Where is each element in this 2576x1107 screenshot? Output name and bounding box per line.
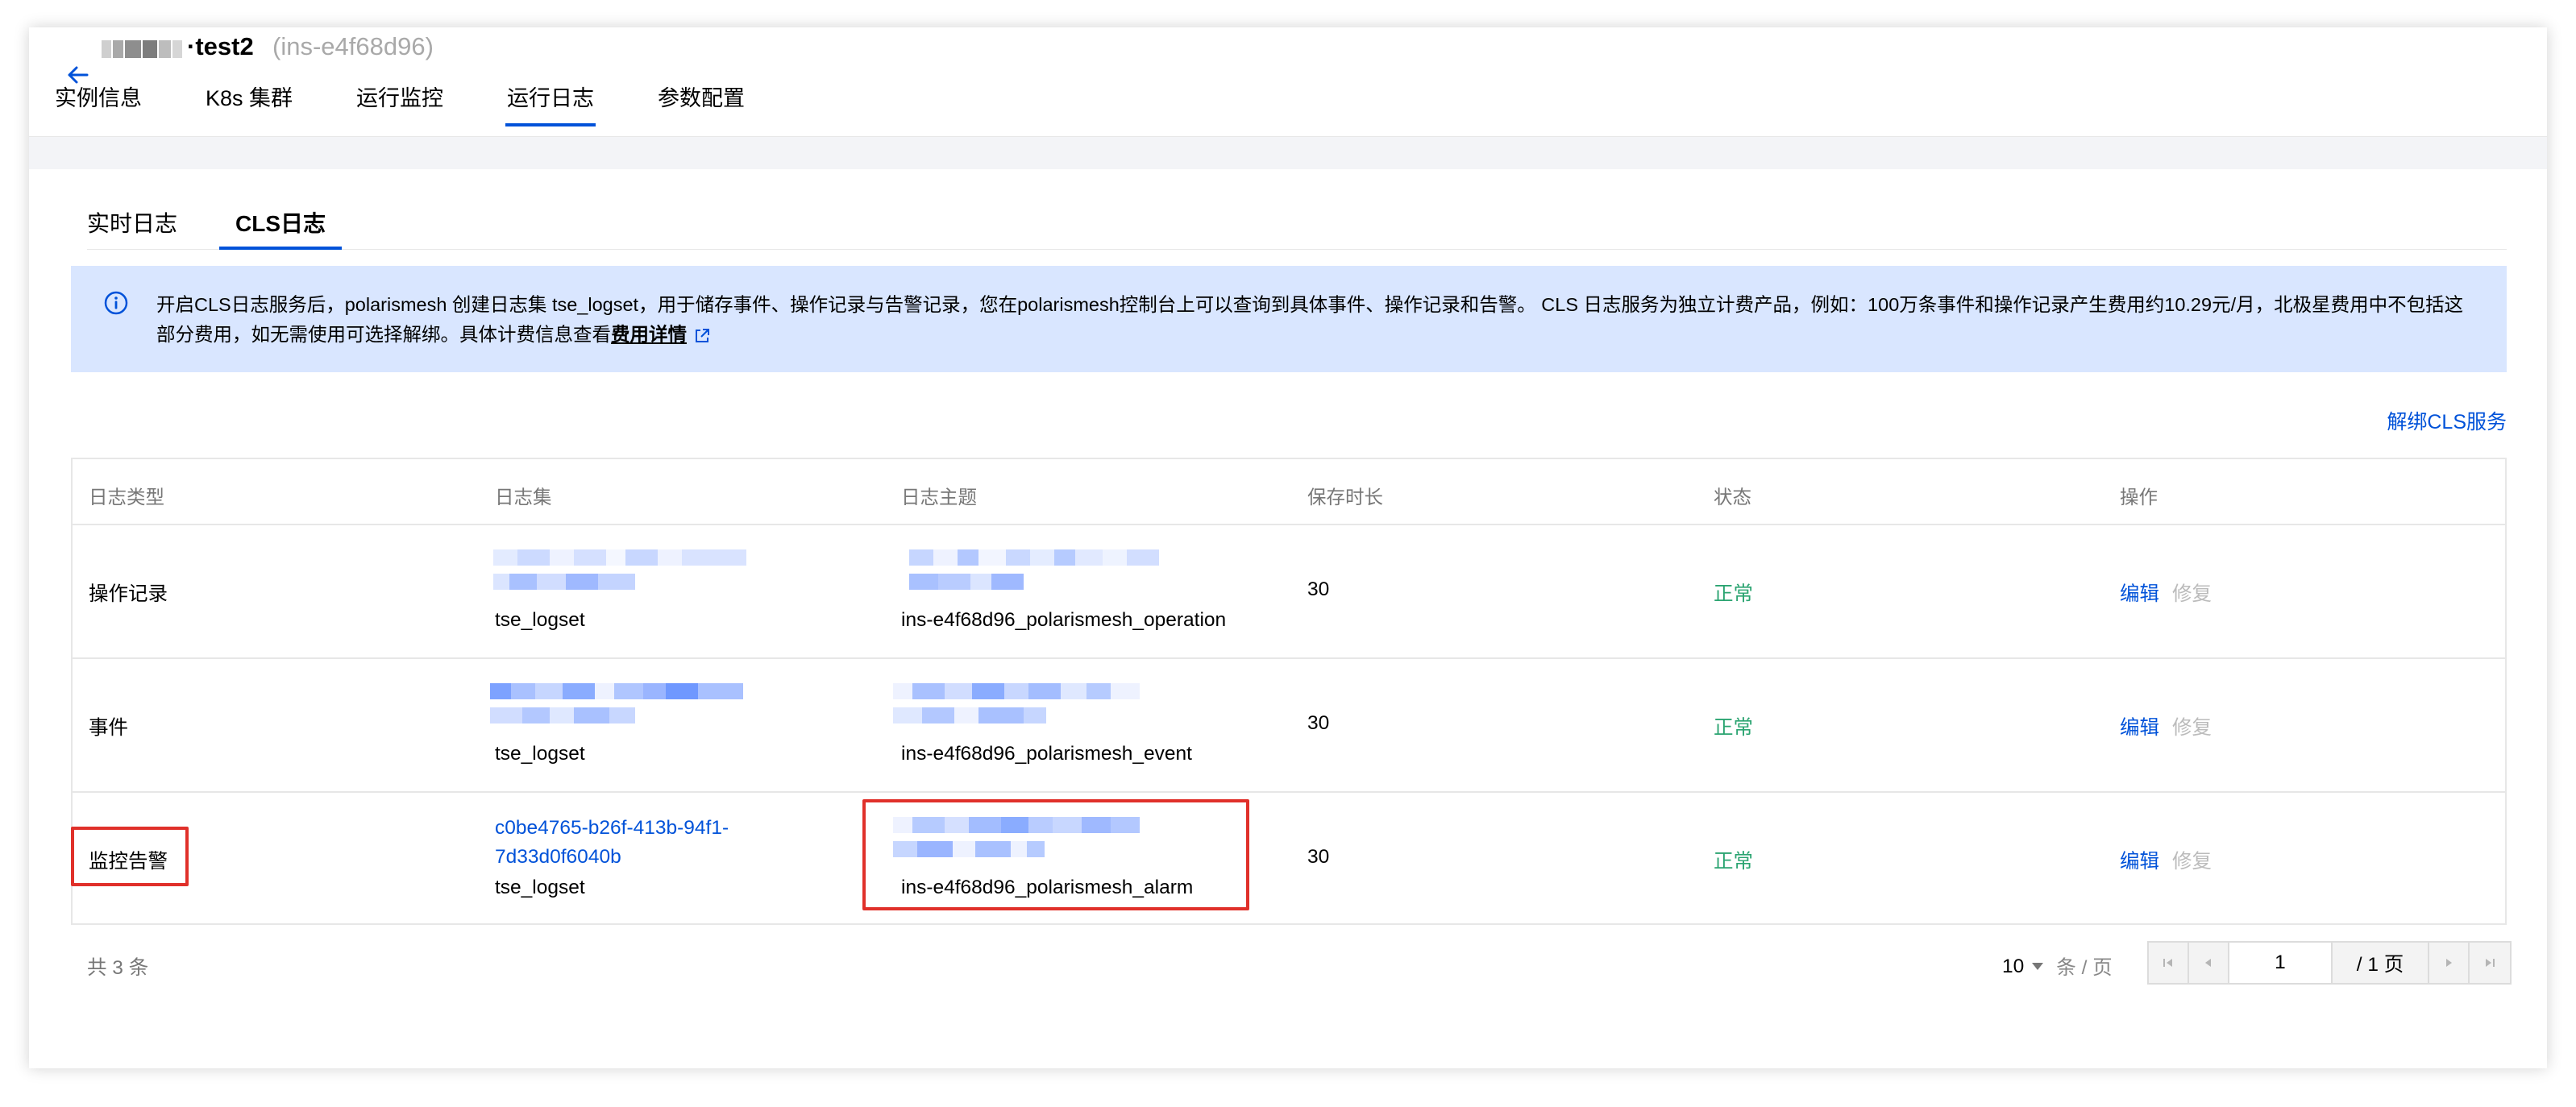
actions-cell: 编辑 修复 (2120, 578, 2212, 607)
edit-button[interactable]: 编辑 (2120, 717, 2159, 739)
prev-page-icon (2205, 959, 2211, 967)
redacted-topic-id (909, 549, 1159, 590)
notice-body: 开启CLS日志服务后，polarismesh 创建日志集 tse_logset，… (156, 294, 2464, 345)
tab-runtime-monitor[interactable]: 运行监控 (356, 81, 443, 126)
external-link-icon[interactable] (693, 327, 711, 345)
logset-name: tse_logset (495, 609, 585, 631)
last-page-icon (2486, 959, 2495, 967)
retention-days: 30 (1307, 578, 1330, 600)
logset-id-link-line1[interactable]: c0be4765-b26f-413b-94f1- (495, 814, 729, 843)
main-tab-bar: 实例信息 K8s 集群 运行监控 运行日志 参数配置 (55, 81, 808, 126)
last-page-button[interactable] (2470, 943, 2510, 983)
logset-id: c0be4765-b26f-413b-94f1- 7d33d0f6040b (495, 814, 729, 872)
prev-page-button[interactable] (2189, 943, 2229, 983)
caret-down-icon (2032, 963, 2044, 970)
redacted-instance-name (102, 40, 182, 58)
page-size-dropdown[interactable]: 10 (2002, 955, 2044, 978)
first-page-button[interactable] (2149, 943, 2189, 983)
tab-realtime-logs[interactable]: 实时日志 (87, 206, 177, 249)
edit-button[interactable]: 编辑 (2120, 851, 2159, 873)
status-badge: 正常 (1714, 583, 1753, 605)
page-number-input[interactable] (2229, 943, 2333, 983)
page-size-selector: 10 条 / 页 (2002, 952, 2113, 981)
repair-button-disabled: 修复 (2172, 851, 2212, 873)
next-page-button[interactable] (2429, 943, 2470, 983)
retention-days: 30 (1307, 712, 1330, 734)
status-badge: 正常 (1714, 717, 1753, 739)
log-table: 日志类型 日志集 日志主题 保存时长 状态 操作 操作记录 tse_logset… (71, 458, 2507, 925)
status-badge: 正常 (1714, 851, 1753, 873)
table-header: 日志类型 日志集 日志主题 保存时长 状态 操作 (73, 459, 2505, 525)
highlight-box-log-topic (862, 799, 1249, 910)
col-log-topic: 日志主题 (901, 487, 977, 508)
sub-tab-bar: 实时日志 CLS日志 (87, 206, 2507, 250)
log-type: 事件 (89, 717, 128, 739)
col-log-type: 日志类型 (89, 487, 164, 508)
log-topic: ins-e4f68d96_polarismesh_event (901, 743, 1192, 765)
page-title: ·test2 (187, 32, 254, 60)
col-retention: 保存时长 (1307, 487, 1383, 508)
log-type: 操作记录 (89, 583, 168, 605)
pagination: / 1 页 (2147, 941, 2512, 985)
notice-text: 开启CLS日志服务后，polarismesh 创建日志集 tse_logset，… (156, 290, 2478, 350)
logset-name: tse_logset (495, 877, 585, 898)
col-logset: 日志集 (495, 487, 552, 508)
edit-button[interactable]: 编辑 (2120, 583, 2159, 605)
table-row: 事件 tse_logset ins-e4f68d96_polarismesh_e… (73, 659, 2505, 793)
table-row: 操作记录 tse_logset ins-e4f68d96_polarismesh… (73, 525, 2505, 659)
redacted-topic-id (893, 683, 1140, 723)
col-actions: 操作 (2120, 487, 2158, 508)
logset-name: tse_logset (495, 743, 585, 765)
next-page-icon (2446, 959, 2452, 967)
tab-instance-info[interactable]: 实例信息 (55, 81, 142, 126)
instance-id: (ins-e4f68d96) (272, 32, 434, 60)
info-notice: 开启CLS日志服务后，polarismesh 创建日志集 tse_logset，… (71, 266, 2507, 372)
first-page-icon (2163, 959, 2172, 967)
unbind-cls-button[interactable]: 解绑CLS服务 (2387, 406, 2507, 435)
total-pages: / 1 页 (2333, 943, 2429, 983)
tab-k8s-cluster[interactable]: K8s 集群 (206, 81, 293, 126)
page-size-value: 10 (2002, 955, 2025, 977)
tab-parameter-config[interactable]: 参数配置 (658, 81, 745, 126)
logset-id-link-line2[interactable]: 7d33d0f6040b (495, 843, 729, 872)
repair-button-disabled: 修复 (2172, 717, 2212, 739)
col-status: 状态 (1714, 487, 1751, 508)
redacted-logset-id (490, 683, 743, 723)
tab-runtime-logs[interactable]: 运行日志 (505, 81, 596, 126)
highlight-box-log-type (71, 827, 189, 886)
tab-cls-logs[interactable]: CLS日志 (219, 206, 343, 250)
per-page-label: 条 / 页 (2056, 957, 2113, 979)
retention-days: 30 (1307, 846, 1330, 868)
pricing-details-link[interactable]: 费用详情 (611, 324, 687, 345)
table-row: 监控告警 c0be4765-b26f-413b-94f1- 7d33d0f604… (73, 793, 2505, 927)
actions-cell: 编辑 修复 (2120, 846, 2212, 874)
repair-button-disabled: 修复 (2172, 583, 2212, 605)
log-topic: ins-e4f68d96_polarismesh_operation (901, 609, 1227, 631)
total-count: 共 3 条 (87, 957, 149, 979)
info-icon (104, 291, 128, 315)
content-background (29, 137, 2547, 169)
redacted-logset-id (493, 549, 746, 590)
actions-cell: 编辑 修复 (2120, 712, 2212, 740)
